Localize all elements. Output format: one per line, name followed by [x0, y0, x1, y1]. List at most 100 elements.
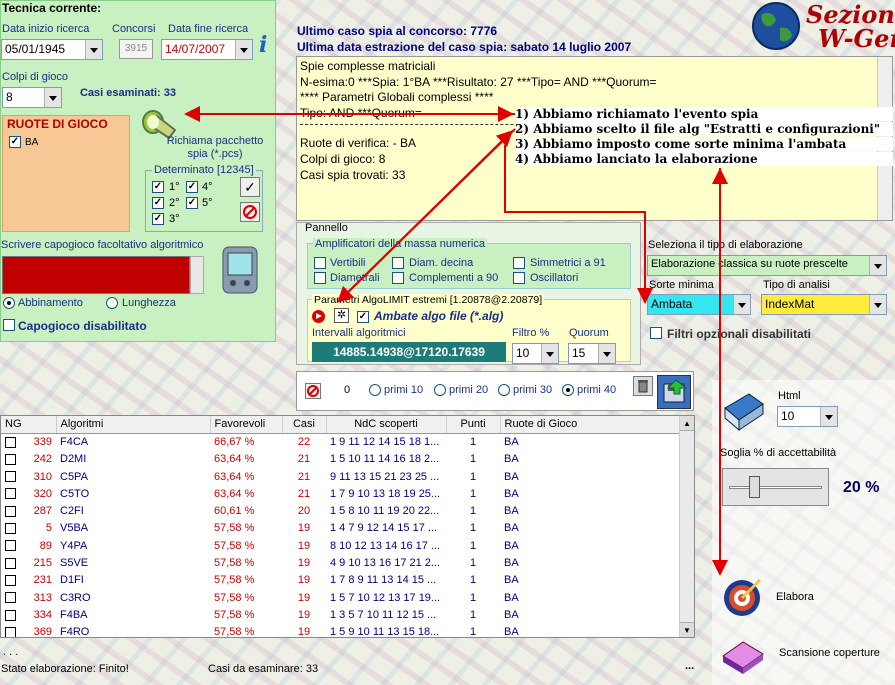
chevron-down-icon[interactable]: [44, 88, 61, 107]
scansione-label[interactable]: Scansione coperture: [779, 647, 880, 659]
det-4-checkbox[interactable]: ✓: [186, 181, 198, 193]
capogioco-input[interactable]: [2, 256, 190, 294]
tipo-elaborazione-label: Seleziona il tipo di elaborazione: [648, 239, 803, 251]
col-header[interactable]: Casi: [282, 416, 327, 434]
row-checkbox[interactable]: [5, 592, 16, 604]
row-checkbox[interactable]: [5, 626, 16, 637]
row-checkbox[interactable]: [5, 436, 16, 448]
algoritmo-cell: C5PA: [60, 470, 88, 483]
chevron-down-icon[interactable]: [598, 344, 615, 363]
scrollbar[interactable]: [190, 256, 204, 294]
table-row[interactable]: 334 F4BA 57,58 % 19 1 3 5 7 10 11 12 15 ... 1…: [1, 606, 680, 623]
gear-icon[interactable]: ✲: [334, 308, 349, 323]
intervalli-field[interactable]: 14885.14938@17120.17639: [312, 342, 506, 362]
filtri-opzionali-label: Filtri opzionali disabilitati: [667, 327, 812, 341]
table-row[interactable]: 369 F4RO 57,58 % 19 1 5 9 10 11 13 15 18... 1…: [1, 624, 680, 637]
ruote-panel: [2, 115, 130, 232]
cancel-icon[interactable]: [305, 383, 321, 399]
clear-all-button[interactable]: [240, 202, 260, 222]
chevron-down-icon[interactable]: [869, 295, 886, 314]
richiama-label[interactable]: Richiama pacchetto spia (*.pcs): [160, 135, 270, 161]
diametrali-checkbox[interactable]: [314, 272, 326, 284]
table-row[interactable]: 242 D2MI 63,64 % 21 1 5 10 11 14 16 18 2... 1…: [1, 451, 680, 468]
html-book-icon[interactable]: [719, 388, 767, 436]
trash-icon[interactable]: [633, 376, 653, 396]
check-all-button[interactable]: ✓: [240, 177, 260, 197]
det-5-checkbox[interactable]: ✓: [186, 197, 198, 209]
col-header[interactable]: Favorevoli: [210, 416, 283, 434]
abbinamento-radio[interactable]: [3, 297, 15, 309]
det-1-checkbox[interactable]: ✓: [152, 181, 164, 193]
casi-cell: 19: [297, 574, 311, 587]
row-checkbox[interactable]: [5, 557, 16, 569]
primi-40-radio[interactable]: [562, 384, 574, 396]
quorum-select[interactable]: 15: [568, 343, 616, 364]
data-inizio-select[interactable]: 05/01/1945: [1, 39, 103, 60]
table-row[interactable]: 339 F4CA 66,67 % 22 1 9 11 12 14 15 18 1... 1…: [1, 433, 680, 450]
row-checkbox[interactable]: [5, 471, 16, 483]
ruota-ba-checkbox[interactable]: ✓: [9, 136, 21, 148]
slider-thumb[interactable]: [749, 476, 760, 498]
chevron-down-icon[interactable]: [541, 344, 558, 363]
chevron-down-icon[interactable]: [869, 256, 886, 275]
ndc-cell: 1 9 11 12 14 15 18 1...: [330, 436, 440, 449]
table-row[interactable]: 287 C2FI 60,61 % 20 1 5 8 10 11 19 20 22... 1…: [1, 502, 680, 519]
capogioco-disabilitato-checkbox[interactable]: [3, 319, 15, 331]
info-icon[interactable]: i: [259, 34, 273, 56]
analisi-select[interactable]: IndexMat: [761, 294, 887, 315]
filtri-opzionali-checkbox[interactable]: [650, 327, 662, 339]
diam-decina-checkbox[interactable]: [392, 257, 404, 269]
table-row[interactable]: 313 C3RO 57,58 % 19 1 5 7 10 12 13 17 19... 1…: [1, 589, 680, 606]
target-icon[interactable]: [720, 574, 764, 618]
table-row[interactable]: 89 Y4PA 57,58 % 19 8 10 12 13 14 16 17 ... 1 B…: [1, 537, 680, 554]
pda-icon[interactable]: [219, 245, 261, 295]
table-row[interactable]: 231 D1FI 57,58 % 19 1 7 8 9 11 13 14 15 ... 1…: [1, 572, 680, 589]
det-3-checkbox[interactable]: ✓: [152, 213, 164, 225]
elabora-label[interactable]: Elabora: [776, 591, 814, 603]
ambate-algo-checkbox[interactable]: ✓: [357, 311, 369, 323]
chevron-down-icon[interactable]: [85, 40, 102, 59]
save-icon[interactable]: [657, 375, 691, 409]
html-select[interactable]: 10: [777, 406, 838, 427]
primi-20-radio[interactable]: [434, 384, 446, 396]
col-header[interactable]: NG: [1, 416, 57, 434]
soglia-slider[interactable]: [722, 468, 829, 506]
play-icon[interactable]: [312, 310, 325, 323]
simmetrici-checkbox[interactable]: [513, 257, 525, 269]
sorte-select[interactable]: Ambata: [647, 294, 751, 315]
row-checkbox[interactable]: [5, 488, 16, 500]
complementi-checkbox[interactable]: [392, 272, 404, 284]
primi-10-radio[interactable]: [369, 384, 381, 396]
table-scrollbar[interactable]: ▲ ▼: [679, 416, 694, 637]
table-row[interactable]: 5 V5BA 57,58 % 19 1 4 7 9 12 14 15 17 ... 1 BA: [1, 520, 680, 537]
row-checkbox[interactable]: [5, 505, 16, 517]
scanner-icon[interactable]: [719, 632, 767, 676]
colpi-select[interactable]: 8: [2, 87, 62, 108]
row-checkbox[interactable]: [5, 574, 16, 586]
table-row[interactable]: 320 C5TO 63,64 % 21 1 7 9 10 13 18 19 25... 1…: [1, 485, 680, 502]
row-checkbox[interactable]: [5, 540, 16, 552]
filtro-select[interactable]: 10: [512, 343, 559, 364]
ruote-cell: BA: [504, 487, 519, 500]
col-header[interactable]: NdC scoperti: [326, 416, 447, 434]
chevron-down-icon[interactable]: [235, 40, 252, 59]
lunghezza-radio[interactable]: [106, 297, 118, 309]
chevron-down-icon[interactable]: [820, 407, 837, 426]
row-checkbox[interactable]: [5, 523, 16, 535]
table-row[interactable]: 310 C5PA 63,64 % 21 9 11 13 15 21 23 25 ... 1…: [1, 468, 680, 485]
vertibili-checkbox[interactable]: [314, 257, 326, 269]
col-header[interactable]: Punti: [446, 416, 501, 434]
scroll-up-icon[interactable]: ▲: [680, 416, 694, 431]
oscillatori-checkbox[interactable]: [513, 272, 525, 284]
col-header[interactable]: Algoritmi: [56, 416, 211, 434]
primi-30-radio[interactable]: [498, 384, 510, 396]
tipo-elaborazione-select[interactable]: Elaborazione classica su ruote prescelte: [647, 255, 887, 276]
row-checkbox[interactable]: [5, 453, 16, 465]
row-checkbox[interactable]: [5, 609, 16, 621]
col-header[interactable]: Ruote di Gioco: [500, 416, 680, 434]
scroll-down-icon[interactable]: ▼: [680, 622, 694, 637]
data-fine-select[interactable]: 14/07/2007: [161, 39, 253, 60]
det-2-checkbox[interactable]: ✓: [152, 197, 164, 209]
table-row[interactable]: 215 S5VE 57,58 % 19 4 9 10 13 16 17 21 2... 1…: [1, 554, 680, 571]
chevron-down-icon[interactable]: [733, 295, 750, 314]
